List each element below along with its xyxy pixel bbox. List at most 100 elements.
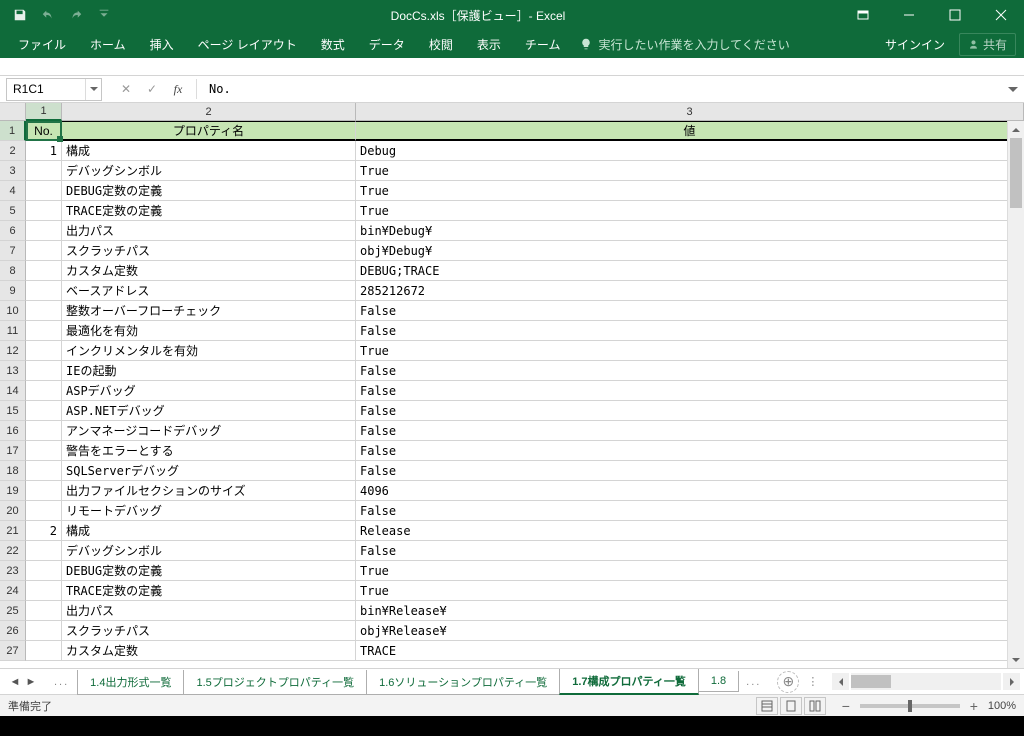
cell[interactable]: 285212672 (356, 281, 1024, 301)
cell[interactable]: DEBUG定数の定義 (62, 181, 356, 201)
cell[interactable]: TRACE (356, 641, 1024, 661)
row-header[interactable]: 3 (0, 161, 26, 181)
sheet-tab-truncated[interactable]: 1.8 (698, 671, 739, 692)
row-header[interactable]: 17 (0, 441, 26, 461)
tab-home[interactable]: ホーム (78, 30, 138, 58)
minimize-icon[interactable] (886, 0, 932, 30)
cell[interactable] (26, 301, 62, 321)
cell[interactable]: アンマネージコードデバッグ (62, 421, 356, 441)
cell[interactable]: True (356, 201, 1024, 221)
row-header[interactable]: 19 (0, 481, 26, 501)
cell[interactable] (26, 581, 62, 601)
cell[interactable]: Debug (356, 141, 1024, 161)
row-header[interactable]: 26 (0, 621, 26, 641)
cell[interactable]: False (356, 541, 1024, 561)
sheet-tab[interactable]: 1.6ソリューションプロパティ一覧 (366, 670, 560, 695)
cell[interactable]: デバッグシンボル (62, 161, 356, 181)
undo-icon[interactable] (36, 3, 60, 27)
cell[interactable]: False (356, 421, 1024, 441)
row-header[interactable]: 8 (0, 261, 26, 281)
cell[interactable] (26, 501, 62, 521)
cell[interactable]: False (356, 301, 1024, 321)
cell[interactable]: True (356, 161, 1024, 181)
save-icon[interactable] (8, 3, 32, 27)
row-header[interactable]: 14 (0, 381, 26, 401)
cell[interactable]: DEBUG;TRACE (356, 261, 1024, 281)
normal-view-icon[interactable] (756, 697, 778, 715)
sheet-menu-icon[interactable]: ⋮ (799, 675, 828, 688)
cell[interactable]: カスタム定数 (62, 261, 356, 281)
row-header[interactable]: 2 (0, 141, 26, 161)
zoom-out-button[interactable]: − (838, 698, 854, 714)
cell[interactable] (26, 221, 62, 241)
cell[interactable]: False (356, 401, 1024, 421)
redo-icon[interactable] (64, 3, 88, 27)
cell[interactable] (26, 241, 62, 261)
cell[interactable]: TRACE定数の定義 (62, 581, 356, 601)
cell[interactable]: False (356, 461, 1024, 481)
cell[interactable]: デバッグシンボル (62, 541, 356, 561)
select-all-corner[interactable] (0, 103, 26, 121)
cell[interactable]: 警告をエラーとする (62, 441, 356, 461)
row-header[interactable]: 18 (0, 461, 26, 481)
cell[interactable]: obj¥Debug¥ (356, 241, 1024, 261)
cell[interactable]: True (356, 181, 1024, 201)
cell[interactable]: bin¥Release¥ (356, 601, 1024, 621)
tab-file[interactable]: ファイル (6, 30, 78, 58)
col-header-3[interactable]: 3 (356, 103, 1024, 121)
cell[interactable]: True (356, 581, 1024, 601)
row-header[interactable]: 9 (0, 281, 26, 301)
cell[interactable]: 構成 (62, 521, 356, 541)
sheet-nav-buttons[interactable]: ◄ ► (0, 676, 46, 688)
cell[interactable]: False (356, 441, 1024, 461)
name-box-dropdown-icon[interactable] (85, 79, 101, 100)
cell[interactable]: True (356, 561, 1024, 581)
sheet-tab[interactable]: 1.4出力形式一覧 (77, 670, 184, 695)
cell[interactable]: Release (356, 521, 1024, 541)
cell[interactable] (26, 181, 62, 201)
row-header[interactable]: 13 (0, 361, 26, 381)
col-header-2[interactable]: 2 (62, 103, 356, 121)
cell[interactable]: 出力パス (62, 221, 356, 241)
name-box[interactable] (7, 79, 85, 100)
cell[interactable]: 2 (26, 521, 62, 541)
cell[interactable]: obj¥Release¥ (356, 621, 1024, 641)
tab-review[interactable]: 校閲 (417, 30, 465, 58)
cell[interactable]: 1 (26, 141, 62, 161)
row-header[interactable]: 16 (0, 421, 26, 441)
page-layout-view-icon[interactable] (780, 697, 802, 715)
cell[interactable] (26, 161, 62, 181)
cell[interactable]: False (356, 321, 1024, 341)
cell[interactable]: True (356, 341, 1024, 361)
sheet-overflow-right[interactable]: ... (738, 676, 769, 688)
row-header[interactable]: 11 (0, 321, 26, 341)
cell[interactable]: No. (26, 121, 62, 141)
scroll-track[interactable] (1008, 138, 1024, 651)
cell[interactable] (26, 641, 62, 661)
cell[interactable]: TRACE定数の定義 (62, 201, 356, 221)
cell[interactable]: ASPデバッグ (62, 381, 356, 401)
cell[interactable]: 出力ファイルセクションのサイズ (62, 481, 356, 501)
row-header[interactable]: 27 (0, 641, 26, 661)
cell[interactable] (26, 541, 62, 561)
sign-in-link[interactable]: サインイン (885, 36, 959, 53)
scroll-up-icon[interactable] (1008, 121, 1024, 138)
cell[interactable]: リモートデバッグ (62, 501, 356, 521)
hscroll-thumb[interactable] (851, 675, 891, 688)
cell[interactable] (26, 341, 62, 361)
row-header[interactable]: 1 (0, 121, 26, 141)
hscroll-left-icon[interactable] (832, 673, 849, 690)
cell[interactable] (26, 421, 62, 441)
row-header[interactable]: 24 (0, 581, 26, 601)
horizontal-scrollbar[interactable] (828, 673, 1024, 690)
tab-team[interactable]: チーム (513, 30, 573, 58)
hscroll-track[interactable] (851, 673, 1001, 690)
cell[interactable]: 整数オーバーフローチェック (62, 301, 356, 321)
cell[interactable] (26, 361, 62, 381)
vertical-scrollbar[interactable] (1007, 121, 1024, 668)
row-header[interactable]: 5 (0, 201, 26, 221)
cancel-icon[interactable]: ✕ (118, 82, 134, 96)
cell[interactable]: DEBUG定数の定義 (62, 561, 356, 581)
cell[interactable] (26, 461, 62, 481)
cell[interactable]: False (356, 361, 1024, 381)
